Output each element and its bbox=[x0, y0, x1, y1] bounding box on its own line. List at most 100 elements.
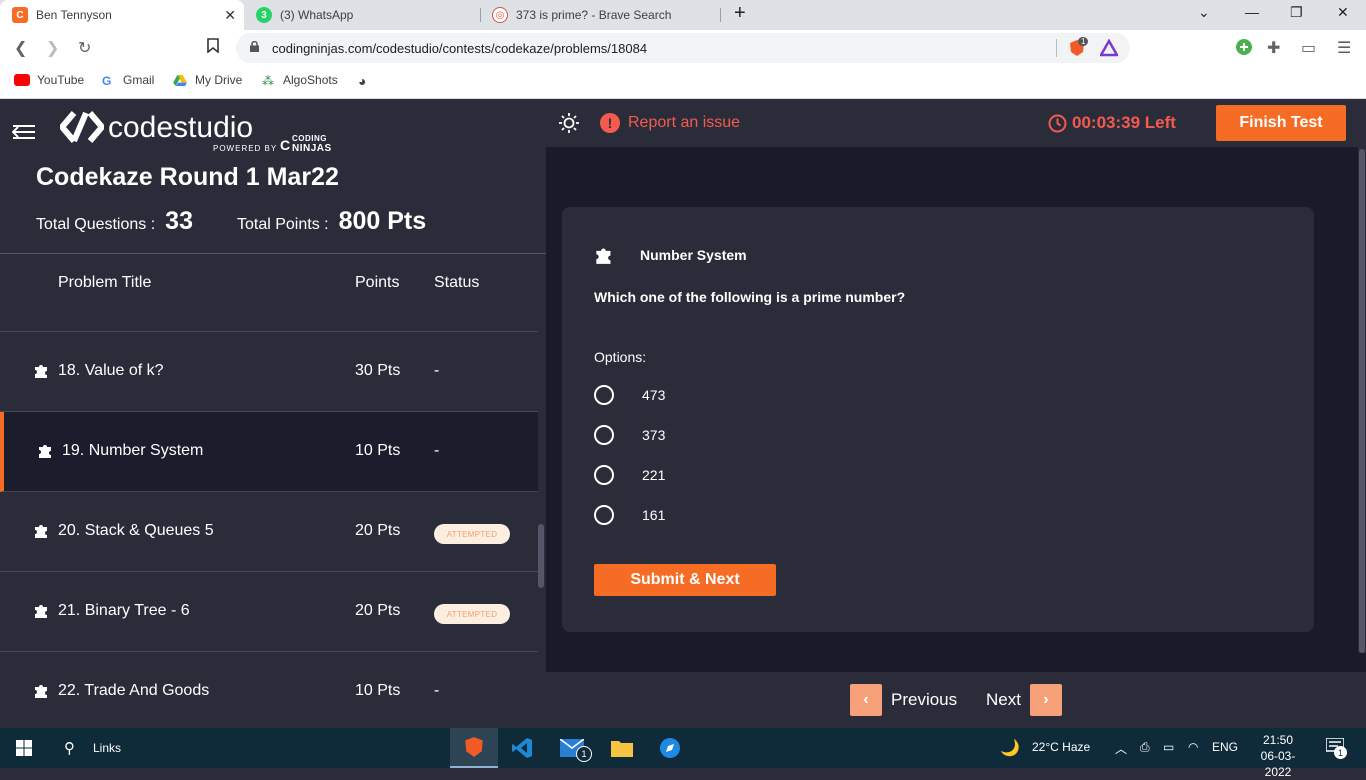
close-window-icon[interactable]: ✕ bbox=[1337, 4, 1349, 21]
list-scrollbar[interactable] bbox=[538, 524, 544, 588]
tab-brave-search[interactable]: ◎ 373 is prime? - Brave Search bbox=[480, 0, 720, 30]
option-text: 161 bbox=[642, 507, 666, 523]
countdown-timer: 00:03:39 Left bbox=[1048, 113, 1176, 133]
total-questions-value: 33 bbox=[165, 207, 193, 235]
windows-taskbar: ⚲ Links 1 🌙 22°C Haze ︿ ⎙ ▭ ◠ ENG 21:50 … bbox=[0, 728, 1366, 779]
taskbar-search[interactable]: ⚲ Links bbox=[56, 728, 156, 768]
problem-row[interactable]: 20. Stack & Queues 5 20 Pts ATTEMPTED bbox=[0, 492, 538, 572]
whatsapp-favicon-icon: 3 bbox=[256, 7, 272, 23]
menu-icon[interactable]: ☰ bbox=[1337, 38, 1351, 58]
bookmark-icon[interactable] bbox=[207, 38, 219, 58]
mail-badge: 1 bbox=[576, 746, 592, 762]
taskbar-file-explorer[interactable] bbox=[598, 728, 646, 768]
google-icon: G bbox=[102, 74, 112, 88]
radio-button[interactable] bbox=[594, 425, 614, 445]
reload-icon[interactable]: ↻ bbox=[78, 38, 91, 58]
extensions-puzzle-icon[interactable]: ✚ bbox=[1267, 38, 1280, 58]
restore-window-icon[interactable]: ❐ bbox=[1290, 4, 1303, 21]
bookmark-youtube[interactable]: YouTube bbox=[14, 73, 84, 87]
problem-row[interactable]: 18. Value of k? 30 Pts - bbox=[0, 332, 538, 412]
clock[interactable]: 21:50 06-03-2022 bbox=[1248, 732, 1308, 780]
tab-ben-tennyson[interactable]: C Ben Tennyson ✕ bbox=[0, 0, 244, 30]
show-hidden-icons-icon[interactable]: ︿ bbox=[1115, 740, 1127, 757]
scroll-thumb[interactable] bbox=[1359, 149, 1365, 653]
radio-button[interactable] bbox=[594, 505, 614, 525]
globe-icon: ◕ bbox=[358, 73, 367, 89]
minimize-window-icon[interactable]: — bbox=[1245, 4, 1259, 20]
option-161[interactable]: 161 bbox=[594, 505, 665, 525]
taskbar-brave[interactable] bbox=[450, 728, 498, 768]
search-icon: ⚲ bbox=[64, 740, 75, 757]
close-tab-icon[interactable]: ✕ bbox=[224, 7, 236, 24]
report-issue-link[interactable]: ! Report an issue bbox=[600, 113, 740, 133]
problem-title: 19. Number System bbox=[62, 442, 204, 459]
bookmark-algoshots[interactable]: ⁂ AlgoShots bbox=[262, 73, 338, 88]
brave-shields-icon[interactable]: 1 bbox=[1068, 37, 1089, 60]
puzzle-icon bbox=[596, 248, 611, 264]
language-indicator[interactable]: ENG bbox=[1212, 740, 1238, 754]
address-bar[interactable]: codingninjas.com/codestudio/contests/cod… bbox=[236, 33, 1130, 63]
finish-test-button[interactable]: Finish Test bbox=[1216, 105, 1346, 141]
back-menu-icon[interactable] bbox=[12, 125, 36, 139]
extension-plus-icon[interactable] bbox=[1236, 39, 1252, 60]
problem-status: - bbox=[434, 362, 440, 379]
problem-row-selected[interactable]: 19. Number System 10 Pts - bbox=[0, 412, 538, 492]
chevron-left-icon: ‹ bbox=[850, 684, 882, 716]
puzzle-icon bbox=[39, 445, 51, 458]
pager-bar: ‹ Previous Next › bbox=[546, 672, 1366, 728]
battery-icon[interactable]: ▭ bbox=[1163, 740, 1174, 754]
tab-whatsapp[interactable]: 3 (3) WhatsApp bbox=[244, 0, 480, 30]
puzzle-icon bbox=[35, 605, 47, 618]
option-373[interactable]: 373 bbox=[594, 425, 665, 445]
notifications-icon[interactable]: 1 bbox=[1325, 737, 1347, 759]
forward-icon[interactable]: ❯ bbox=[46, 38, 59, 58]
option-473[interactable]: 473 bbox=[594, 385, 665, 405]
problem-title: 21. Binary Tree - 6 bbox=[58, 602, 190, 619]
back-icon[interactable]: ❮ bbox=[14, 38, 27, 58]
header-status: Status bbox=[434, 274, 480, 291]
problem-title: 18. Value of k? bbox=[58, 362, 164, 379]
problem-row[interactable]: 22. Trade And Goods 10 Pts - bbox=[0, 652, 538, 728]
weather-text[interactable]: 22°C Haze bbox=[1032, 740, 1090, 754]
taskbar-search-label: Links bbox=[93, 741, 122, 755]
bookmark-label: Gmail bbox=[123, 73, 155, 87]
wifi-icon[interactable]: ◠ bbox=[1188, 740, 1198, 754]
radio-button[interactable] bbox=[594, 385, 614, 405]
next-button[interactable]: Next › bbox=[986, 684, 1062, 716]
problem-row[interactable]: 21. Binary Tree - 6 20 Pts ATTEMPTED bbox=[0, 572, 538, 652]
bookmark-globe[interactable]: ◕ bbox=[358, 73, 366, 89]
url-text: codingninjas.com/codestudio/contests/cod… bbox=[272, 40, 648, 56]
problem-list-panel: codestudio POWERED BY C CODING NINJAS Co… bbox=[0, 99, 546, 728]
question-header: Number System bbox=[594, 245, 747, 265]
contest-totals: Total Questions : 33 Total Points : 800 … bbox=[36, 207, 470, 236]
problem-status: - bbox=[434, 442, 440, 459]
new-tab-button[interactable]: + bbox=[734, 2, 746, 25]
submit-next-button[interactable]: Submit & Next bbox=[594, 564, 776, 596]
taskbar-app[interactable] bbox=[646, 728, 694, 768]
question-scrollbar[interactable] bbox=[1358, 147, 1366, 653]
problem-points: 10 Pts bbox=[355, 682, 401, 699]
total-points-value: 800 Pts bbox=[338, 207, 427, 235]
browser-tab-bar: C Ben Tennyson ✕ 3 (3) WhatsApp ◎ 373 is… bbox=[0, 0, 1366, 30]
header-points: Points bbox=[355, 274, 400, 291]
tab-search-chevron-icon[interactable]: ⌄ bbox=[1198, 4, 1210, 21]
tab-label: (3) WhatsApp bbox=[280, 8, 354, 22]
puzzle-icon bbox=[35, 365, 47, 378]
meet-now-icon[interactable]: ⎙ bbox=[1140, 740, 1150, 755]
bookmark-my-drive[interactable]: My Drive bbox=[172, 73, 242, 87]
bookmarks-bar: YouTube G Gmail My Drive ⁂ AlgoShots ◕ bbox=[0, 66, 1366, 99]
radio-button[interactable] bbox=[594, 465, 614, 485]
taskbar-vscode[interactable] bbox=[498, 728, 546, 768]
windows-start-icon[interactable] bbox=[0, 728, 48, 768]
attempted-badge: ATTEMPTED bbox=[434, 604, 510, 624]
option-221[interactable]: 221 bbox=[594, 465, 665, 485]
time: 21:50 bbox=[1262, 733, 1294, 747]
bookmark-gmail[interactable]: G Gmail bbox=[102, 73, 155, 88]
taskbar-mail[interactable]: 1 bbox=[548, 728, 596, 768]
notification-badge: 1 bbox=[1334, 746, 1347, 759]
wallet-icon[interactable]: ▭ bbox=[1301, 38, 1316, 58]
logo-text: codestudio bbox=[108, 111, 254, 144]
theme-toggle-sun-icon[interactable] bbox=[558, 112, 580, 134]
brave-rewards-icon[interactable] bbox=[1098, 38, 1120, 60]
previous-button[interactable]: ‹ Previous bbox=[850, 684, 957, 716]
